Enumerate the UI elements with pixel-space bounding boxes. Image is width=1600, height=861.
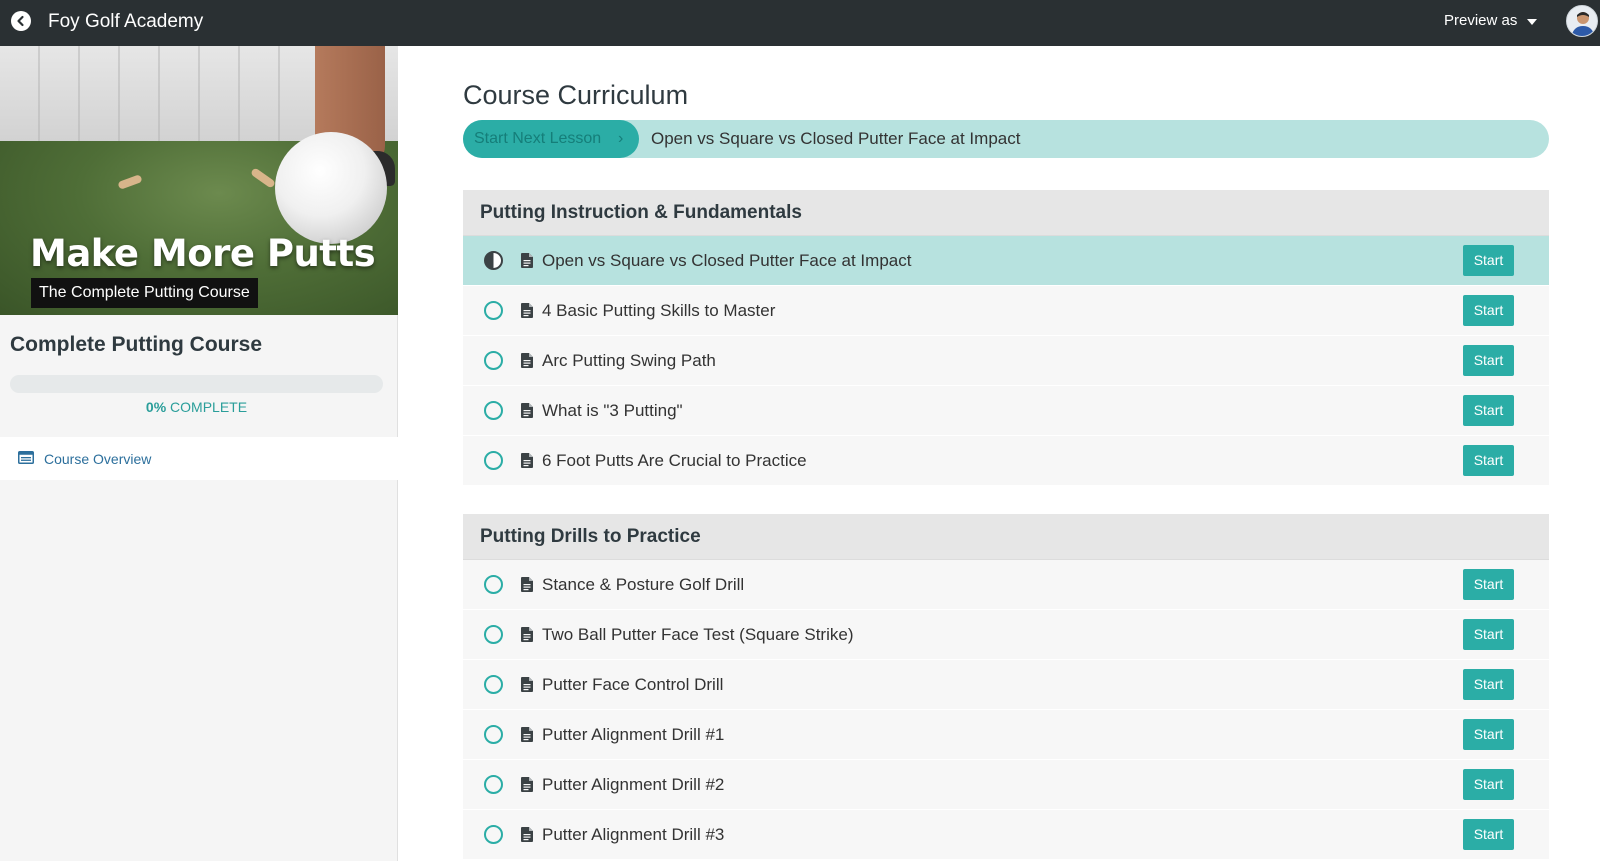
preview-as-dropdown[interactable]: Preview as xyxy=(1444,12,1538,30)
start-lesson-button[interactable]: Start xyxy=(1463,345,1514,376)
status-circle-icon xyxy=(484,675,503,694)
start-lesson-button[interactable]: Start xyxy=(1463,445,1514,476)
status-circle-icon xyxy=(484,825,503,844)
start-lesson-button[interactable]: Start xyxy=(1463,395,1514,426)
start-lesson-button[interactable]: Start xyxy=(1463,295,1514,326)
lesson-title: Two Ball Putter Face Test (Square Strike… xyxy=(542,625,854,644)
lesson-row[interactable]: Stance & Posture Golf Drill Start xyxy=(463,560,1549,610)
avatar[interactable] xyxy=(1566,5,1598,37)
progress-text: 0% COMPLETE xyxy=(0,398,393,416)
document-icon xyxy=(521,727,533,742)
lesson-row[interactable]: What is "3 Putting" Start xyxy=(463,386,1549,436)
lesson-title: Stance & Posture Golf Drill xyxy=(542,575,745,594)
lesson-row[interactable]: Putter Alignment Drill #1 Start xyxy=(463,710,1549,760)
school-name[interactable]: Foy Golf Academy xyxy=(48,11,203,33)
page-title: Course Curriculum xyxy=(463,80,689,110)
back-arrow-icon[interactable] xyxy=(11,11,31,31)
document-icon xyxy=(521,403,533,418)
course-sidebar: Make More Putts The Complete Putting Cou… xyxy=(0,46,398,861)
lesson-row[interactable]: 6 Foot Putts Are Crucial to Practice Star… xyxy=(463,436,1549,486)
cover-title: Make More Putts xyxy=(30,232,376,275)
progress-label: COMPLETE xyxy=(170,399,248,415)
course-progress-bar xyxy=(10,375,383,393)
document-icon xyxy=(521,253,533,268)
avatar-person-icon xyxy=(1571,12,1595,36)
status-circle-icon xyxy=(484,575,503,594)
document-icon xyxy=(521,627,533,642)
start-lesson-button[interactable]: Start xyxy=(1463,719,1514,750)
start-lesson-button[interactable]: Start xyxy=(1463,769,1514,800)
lesson-title: 6 Foot Putts Are Crucial to Practice xyxy=(542,451,807,470)
status-circle-icon xyxy=(484,301,503,320)
status-circle-icon xyxy=(484,401,503,420)
document-icon xyxy=(521,777,533,792)
lesson-row[interactable]: Open vs Square vs Closed Putter Face at … xyxy=(463,236,1549,286)
course-name: Complete Putting Course xyxy=(10,333,263,356)
lesson-row[interactable]: Putter Face Control Drill Start xyxy=(463,660,1549,710)
lesson-row[interactable]: Two Ball Putter Face Test (Square Strike… xyxy=(463,610,1549,660)
lesson-title: Putter Alignment Drill #1 xyxy=(542,725,725,744)
lesson-title: 4 Basic Putting Skills to Master xyxy=(542,301,776,320)
start-lesson-button[interactable]: Start xyxy=(1463,669,1514,700)
next-lesson-bar: Start Next Lesson › Open vs Square vs Cl… xyxy=(463,120,1549,158)
start-next-lesson-button[interactable]: Start Next Lesson › xyxy=(463,120,639,158)
status-circle-icon xyxy=(484,251,503,270)
lesson-title: Putter Alignment Drill #2 xyxy=(542,775,725,794)
document-icon xyxy=(521,677,533,692)
cover-golf-ball xyxy=(275,132,387,244)
start-lesson-button[interactable]: Start xyxy=(1463,619,1514,650)
next-lesson-title[interactable]: Open vs Square vs Closed Putter Face at … xyxy=(651,129,1020,149)
status-circle-icon xyxy=(484,451,503,470)
status-circle-icon xyxy=(484,775,503,794)
course-cover-image: Make More Putts The Complete Putting Cou… xyxy=(0,46,398,315)
document-icon xyxy=(521,353,533,368)
document-icon xyxy=(521,827,533,842)
lesson-title: What is "3 Putting" xyxy=(542,401,683,420)
section-title: Putting Instruction & Fundamentals xyxy=(463,190,1549,236)
document-icon xyxy=(521,303,533,318)
course-curriculum-panel: Course Curriculum Start Next Lesson › Op… xyxy=(399,46,1600,861)
sidebar-item-course-overview[interactable]: Course Overview xyxy=(0,437,398,480)
caret-down-icon xyxy=(1527,19,1538,25)
section-title: Putting Drills to Practice xyxy=(463,514,1549,560)
document-icon xyxy=(521,577,533,592)
start-next-lesson-label: Start Next Lesson xyxy=(474,130,602,147)
chevron-right-icon: › xyxy=(618,130,624,147)
overview-icon xyxy=(18,451,34,464)
lesson-row[interactable]: Putter Alignment Drill #3 Start xyxy=(463,810,1549,860)
cover-subtitle: The Complete Putting Course xyxy=(31,278,258,308)
status-circle-icon xyxy=(484,725,503,744)
start-lesson-button[interactable]: Start xyxy=(1463,819,1514,850)
back-arrow-glyph xyxy=(17,15,24,27)
lesson-title: Putter Face Control Drill xyxy=(542,675,724,694)
curriculum-section: Putting Instruction & Fundamentals Open v… xyxy=(463,190,1549,486)
lesson-row[interactable]: Putter Alignment Drill #2 Start xyxy=(463,760,1549,810)
lesson-title: Arc Putting Swing Path xyxy=(542,351,716,370)
start-lesson-button[interactable]: Start xyxy=(1463,569,1514,600)
start-lesson-button[interactable]: Start xyxy=(1463,245,1514,276)
status-circle-icon xyxy=(484,351,503,370)
document-icon xyxy=(521,453,533,468)
lesson-row[interactable]: Arc Putting Swing Path Start xyxy=(463,336,1549,386)
preview-as-label: Preview as xyxy=(1444,12,1518,29)
status-circle-icon xyxy=(484,625,503,644)
curriculum-section: Putting Drills to Practice Stance & Postu… xyxy=(463,514,1549,860)
course-overview-label: Course Overview xyxy=(44,451,152,467)
lesson-row[interactable]: 4 Basic Putting Skills to Master Start xyxy=(463,286,1549,336)
lesson-title: Putter Alignment Drill #3 xyxy=(542,825,725,844)
progress-value: 0% xyxy=(145,399,167,415)
top-navigation-bar: Foy Golf Academy Preview as xyxy=(0,0,1600,46)
lesson-title: Open vs Square vs Closed Putter Face at … xyxy=(542,251,912,270)
